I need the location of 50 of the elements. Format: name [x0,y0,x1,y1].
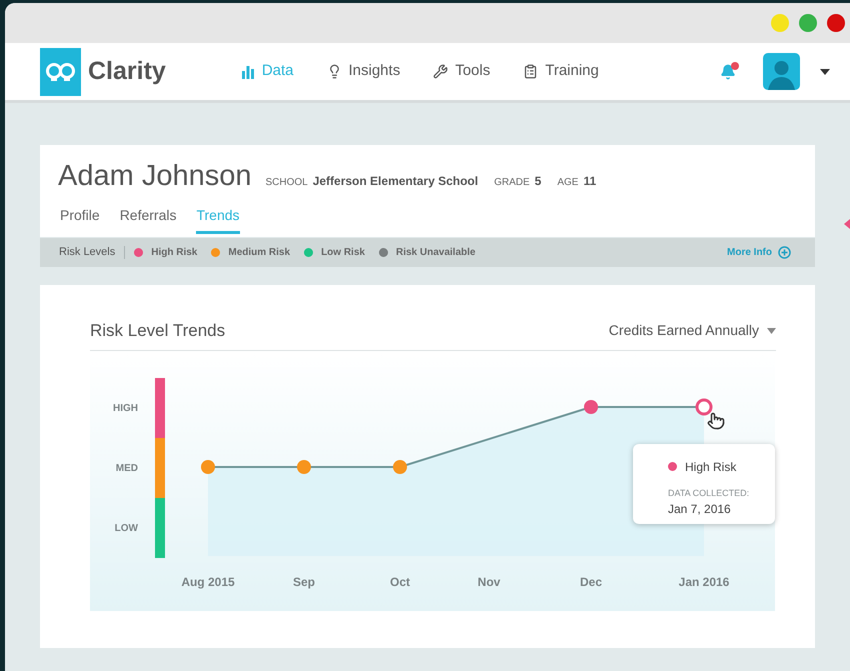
tab[interactable]: Profile [60,204,100,234]
y-axis-label: MED [116,462,138,474]
x-axis-label: Nov [478,574,500,588]
legend-label: Low Risk [321,246,365,260]
logo-icon [40,48,81,96]
field-value: Jefferson Elementary School [312,173,478,190]
data-point[interactable] [297,460,311,474]
legend-label: Risk Unavailable [396,246,476,260]
tooltip-label: High Risk [685,458,736,476]
field-label: SCHOOL [265,176,308,190]
data-point[interactable] [201,460,215,474]
legend-title: Risk Levels [59,245,116,260]
x-axis-label: Jan 2016 [678,574,730,588]
x-axis-label: Sep [293,574,315,588]
field-label: GRADE [494,176,530,190]
field-value: 5 [534,173,542,190]
tooltip-caption: DATA COLLECTED: [668,486,750,500]
legend-label: Medium Risk [228,246,290,260]
y-axis-label: HIGH [113,402,138,414]
wrench-icon [433,64,448,79]
nav-link[interactable]: Training [523,60,599,83]
plus-circle-icon [778,246,791,259]
hand-cursor-icon [707,412,725,430]
field-label: AGE [557,176,578,190]
nav-link[interactable]: Insights [326,60,400,83]
dropdown-caret-icon[interactable] [820,68,830,74]
metric-dropdown[interactable]: Credits Earned Annually [608,320,776,342]
caret-icon [767,328,776,334]
clipboard-icon [523,64,538,79]
x-axis-label: Dec [580,574,602,588]
tab[interactable]: Referrals [120,204,176,234]
bar-chart-icon [240,64,255,78]
chart-title: Risk Level Trends [90,320,226,342]
legend-label: High Risk [151,246,198,260]
nav-link[interactable]: Tools [433,60,490,83]
maximize-button[interactable] [799,14,817,32]
data-point[interactable] [584,400,598,414]
marker-icon [844,219,850,229]
student-name: Adam Johnson [58,159,252,194]
tooltip-date: Jan 7, 2016 [668,501,732,518]
x-axis-label: Oct [390,574,410,588]
field-value: 11 [583,173,596,190]
avatar[interactable] [763,53,800,90]
close-button[interactable] [827,14,845,32]
data-point[interactable] [393,460,407,474]
notification-button[interactable] [720,64,736,80]
x-axis-label: Aug 2015 [181,574,235,588]
y-axis-label: LOW [114,522,138,534]
app-name: Clarity [88,56,166,87]
data-point[interactable] [696,398,712,415]
